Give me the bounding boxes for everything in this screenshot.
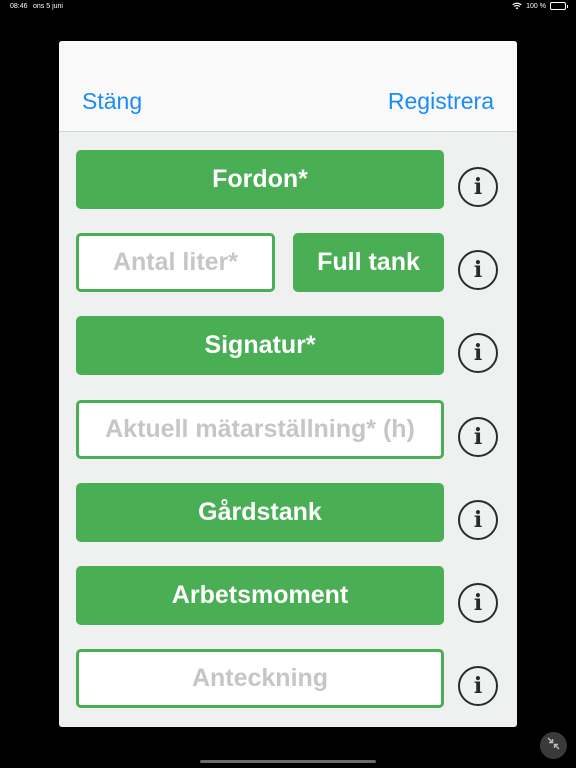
wifi-icon bbox=[512, 2, 522, 10]
collapse-button[interactable] bbox=[540, 732, 567, 759]
meter-reading-input[interactable]: Aktuell mätarställning* (h) bbox=[76, 400, 444, 459]
info-icon: i bbox=[473, 174, 483, 200]
full-tank-button[interactable]: Full tank bbox=[293, 233, 444, 292]
work-task-info-button[interactable]: i bbox=[458, 583, 498, 623]
signature-button[interactable]: Signatur* bbox=[76, 316, 444, 375]
work-task-row: Arbetsmoment i bbox=[59, 566, 517, 626]
home-indicator[interactable] bbox=[200, 760, 376, 763]
liters-input[interactable]: Antal liter* bbox=[76, 233, 275, 292]
info-icon: i bbox=[473, 673, 483, 699]
close-button[interactable]: Stäng bbox=[82, 88, 142, 115]
sheet-header: Stäng Registrera bbox=[59, 41, 517, 132]
signature-row: Signatur* i bbox=[59, 316, 517, 376]
work-task-button[interactable]: Arbetsmoment bbox=[76, 566, 444, 625]
register-button[interactable]: Registrera bbox=[388, 88, 494, 115]
battery-percentage: 100 % bbox=[526, 2, 546, 10]
info-icon: i bbox=[473, 590, 483, 616]
status-date: ons 5 juni bbox=[33, 3, 63, 10]
info-icon: i bbox=[473, 340, 483, 366]
status-right: 100 % bbox=[512, 2, 568, 10]
note-info-button[interactable]: i bbox=[458, 666, 498, 706]
fuel-registration-sheet: Stäng Registrera Fordon* i Antal liter* … bbox=[59, 41, 517, 727]
note-row: Anteckning i bbox=[59, 649, 517, 709]
farm-tank-info-button[interactable]: i bbox=[458, 500, 498, 540]
status-time: 08:46 bbox=[10, 3, 28, 10]
signature-info-button[interactable]: i bbox=[458, 333, 498, 373]
vehicle-row: Fordon* i bbox=[59, 150, 517, 210]
vehicle-info-button[interactable]: i bbox=[458, 167, 498, 207]
liters-info-button[interactable]: i bbox=[458, 250, 498, 290]
collapse-icon bbox=[547, 737, 560, 755]
note-input[interactable]: Anteckning bbox=[76, 649, 444, 708]
liters-row: Antal liter* Full tank i bbox=[59, 233, 517, 293]
info-icon: i bbox=[473, 424, 483, 450]
info-icon: i bbox=[473, 507, 483, 533]
status-bar: 08:46 ons 5 juni 100 % bbox=[0, 0, 576, 14]
farm-tank-row: Gårdstank i bbox=[59, 483, 517, 543]
info-icon: i bbox=[473, 257, 483, 283]
vehicle-button[interactable]: Fordon* bbox=[76, 150, 444, 209]
meter-info-button[interactable]: i bbox=[458, 417, 498, 457]
farm-tank-button[interactable]: Gårdstank bbox=[76, 483, 444, 542]
meter-row: Aktuell mätarställning* (h) i bbox=[59, 400, 517, 460]
battery-icon bbox=[550, 2, 568, 10]
